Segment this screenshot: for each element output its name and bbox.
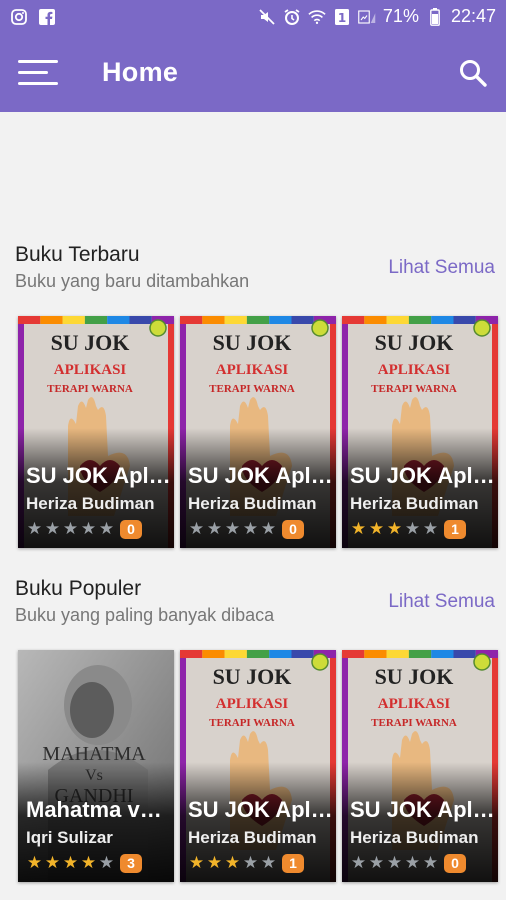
rating-stars: ★ ★ ★ ★ ★ — [188, 854, 277, 872]
search-icon — [460, 60, 487, 87]
cover-line-3: TERAPI WARNA — [371, 383, 457, 395]
menu-icon-bar — [18, 82, 58, 85]
app-bar: Home — [0, 34, 506, 112]
star-icon: ★ — [224, 853, 241, 872]
facebook-icon — [38, 8, 56, 26]
menu-icon-bar — [18, 71, 48, 74]
book-card[interactable]: SU JOK APLIKASI TERAPI WARNA SU JOK Aplikas… — [342, 316, 498, 548]
book-title: SU JOK Aplikasi Terapi Warna — [26, 463, 172, 488]
star-icon: ★ — [206, 519, 223, 538]
book-author: Heriza Budiman — [188, 828, 317, 847]
star-icon: ★ — [350, 519, 367, 538]
rating-stars: ★ ★ ★ ★ ★ — [350, 854, 439, 872]
star-icon: ★ — [422, 853, 439, 872]
see-all-link[interactable]: Lihat Semua — [388, 591, 495, 613]
wifi-icon — [308, 8, 326, 26]
star-icon: ★ — [26, 853, 43, 872]
book-card[interactable]: SU JOK APLIKASI TERAPI WARNA SU JOK Aplikas… — [342, 650, 498, 882]
mute-icon — [258, 8, 276, 26]
book-author: Heriza Budiman — [350, 828, 479, 847]
book-title: SU JOK Aplikasi Terapi Warna — [350, 463, 496, 488]
cover-line-3: TERAPI WARNA — [209, 717, 295, 729]
read-count-badge: 0 — [444, 854, 466, 873]
cover-line-2: APLIKASI — [378, 362, 451, 378]
book-title: SU JOK Aplikasi Terapi Warna — [188, 463, 334, 488]
star-icon: ★ — [242, 519, 259, 538]
instagram-icon — [10, 8, 28, 26]
star-icon: ★ — [62, 853, 79, 872]
see-all-link[interactable]: Lihat Semua — [388, 257, 495, 279]
star-icon: ★ — [386, 853, 403, 872]
book-author: Iqri Sulizar — [26, 828, 113, 847]
star-icon: ★ — [188, 853, 205, 872]
star-icon: ★ — [188, 519, 205, 538]
star-icon: ★ — [206, 853, 223, 872]
menu-button[interactable] — [18, 56, 60, 90]
star-icon: ★ — [368, 519, 385, 538]
read-count-badge: 0 — [120, 520, 142, 539]
rating-stars: ★ ★ ★ ★ ★ — [26, 520, 115, 538]
rating-stars: ★ ★ ★ ★ ★ — [350, 520, 439, 538]
star-icon: ★ — [224, 519, 241, 538]
cover-line-3: TERAPI WARNA — [209, 383, 295, 395]
book-author: Heriza Budiman — [350, 494, 479, 513]
page-title: Home — [102, 57, 179, 87]
star-icon: ★ — [260, 519, 277, 538]
cover-line-2: APLIKASI — [216, 696, 289, 712]
cover-line-1: SU JOK — [213, 330, 292, 355]
cover-line-2: APLIKASI — [378, 696, 451, 712]
book-author: Heriza Budiman — [188, 494, 317, 513]
book-author: Heriza Budiman — [26, 494, 155, 513]
cover-line-1: SU JOK — [375, 664, 454, 689]
book-card[interactable]: MAHATMAVsGANDHIMahatma vs GandhiIqri Sul… — [18, 650, 174, 882]
section-header-terbaru: Buku Terbaru Buku yang baru ditambahkan … — [15, 243, 495, 292]
cover-line-1: SU JOK — [375, 330, 454, 355]
book-title: Mahatma vs Gandhi — [26, 797, 172, 822]
book-title: SU JOK Aplikasi Terapi Warna — [350, 797, 496, 822]
star-icon: ★ — [260, 853, 277, 872]
star-icon: ★ — [386, 519, 403, 538]
alarm-icon — [283, 8, 301, 26]
star-icon: ★ — [26, 519, 43, 538]
cover-line-1: SU JOK — [213, 664, 292, 689]
star-icon: ★ — [368, 853, 385, 872]
star-icon: ★ — [80, 519, 97, 538]
star-icon: ★ — [44, 519, 61, 538]
star-icon: ★ — [422, 519, 439, 538]
section-header-populer: Buku Populer Buku yang paling banyak dib… — [15, 577, 495, 626]
rating-stars: ★ ★ ★ ★ ★ — [188, 520, 277, 538]
star-icon: ★ — [404, 519, 421, 538]
svg-text:1: 1 — [338, 11, 346, 25]
read-count-badge: 0 — [282, 520, 304, 539]
star-icon: ★ — [44, 853, 61, 872]
book-card[interactable]: SU JOK APLIKASI TERAPI WARNA SU JOK Aplikas… — [180, 316, 336, 548]
cover-line-2: APLIKASI — [216, 362, 289, 378]
signal-icon — [358, 8, 376, 26]
menu-icon — [18, 60, 58, 63]
clock-time: 22:47 — [450, 6, 496, 26]
battery-percent: 71% — [382, 6, 419, 26]
search-button[interactable] — [458, 58, 488, 88]
read-count-badge: 1 — [444, 520, 466, 539]
star-icon: ★ — [62, 519, 79, 538]
book-card[interactable]: SU JOK APLIKASI TERAPI WARNA SU JOK Aplikas… — [180, 650, 336, 882]
book-card[interactable]: SU JOK APLIKASI TERAPI WARNA SU JOK Aplikas… — [18, 316, 174, 548]
star-icon: ★ — [80, 853, 97, 872]
star-icon: ★ — [98, 853, 115, 872]
read-count-badge: 1 — [282, 854, 304, 873]
star-icon: ★ — [404, 853, 421, 872]
book-title: SU JOK Aplikasi Terapi Warna — [188, 797, 334, 822]
star-icon: ★ — [350, 853, 367, 872]
read-count-badge: 3 — [120, 854, 142, 873]
star-icon: ★ — [242, 853, 259, 872]
battery-icon — [426, 7, 444, 26]
cover-line-1: SU JOK — [51, 330, 130, 355]
cover-line-2: APLIKASI — [54, 362, 127, 378]
status-bar: 1 71% 22:47 — [0, 0, 506, 34]
sim1-icon: 1 — [333, 8, 351, 26]
rating-stars: ★ ★ ★ ★ ★ — [26, 854, 115, 872]
cover-line-3: TERAPI WARNA — [371, 717, 457, 729]
star-icon: ★ — [98, 519, 115, 538]
cover-line-3: TERAPI WARNA — [47, 383, 133, 395]
